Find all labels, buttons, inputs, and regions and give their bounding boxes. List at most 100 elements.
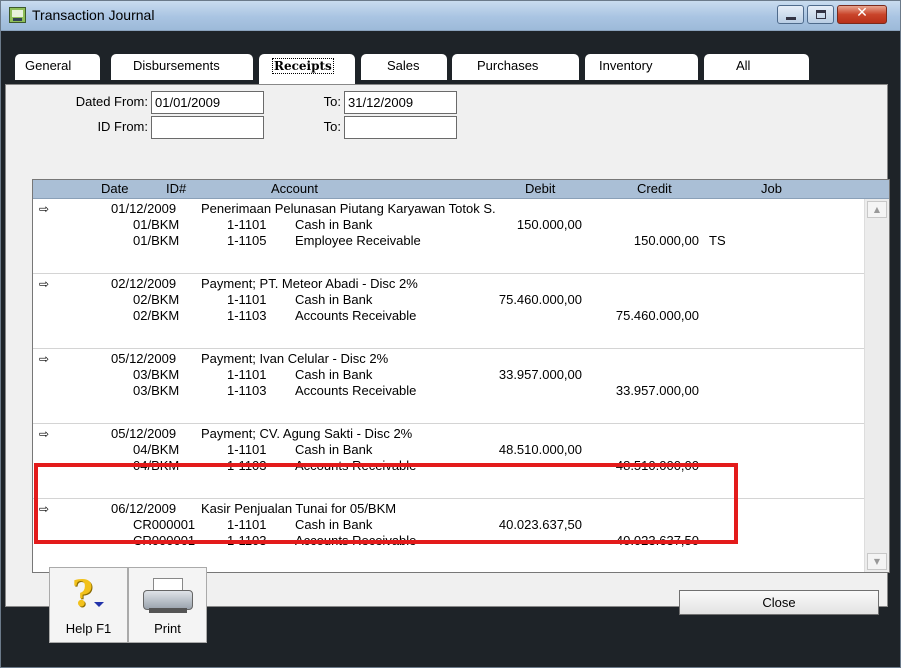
scroll-down-button[interactable]: ▼ <box>867 553 887 570</box>
entry-memo: Payment; Ivan Celular - Disc 2% <box>201 351 389 366</box>
scroll-down-icon: ▼ <box>873 557 881 566</box>
tab-general[interactable]: General <box>15 54 100 80</box>
journal-rows: ⇨ 01/12/2009 Penerimaan Pelunasan Piutang … <box>33 199 864 572</box>
line-id: 04/BKM <box>133 442 180 457</box>
line-credit: 75.460.000,00 <box>615 308 699 323</box>
line-credit: 48.510.000,00 <box>615 458 699 473</box>
zoom-arrow-icon[interactable]: ⇨ <box>39 352 49 366</box>
scroll-up-button[interactable]: ▲ <box>867 201 887 218</box>
zoom-arrow-icon[interactable]: ⇨ <box>39 427 49 441</box>
id-from-input[interactable] <box>151 116 264 139</box>
line-id: CR000001 <box>133 517 196 532</box>
help-dropdown-arrow-icon <box>94 602 104 607</box>
line-account-name: Cash in Bank <box>295 367 373 382</box>
line-account-number: 1-1103 <box>227 383 267 398</box>
col-header-account[interactable]: Account <box>271 181 318 196</box>
id-to-input[interactable] <box>344 116 457 139</box>
line-account-name: Cash in Bank <box>295 292 373 307</box>
line-id: 01/BKM <box>133 217 180 232</box>
journal-entry[interactable]: ⇨ 01/12/2009 Penerimaan Pelunasan Piutang … <box>33 199 864 274</box>
maximize-button[interactable] <box>807 5 834 24</box>
tab-all[interactable]: All <box>704 54 809 80</box>
line-account-number: 1-1101 <box>227 367 267 382</box>
entry-date: 02/12/2009 <box>111 276 177 291</box>
line-account-number: 1-1105 <box>227 233 267 248</box>
client-area: General Disbursements Receipts Sales Pur… <box>5 32 896 664</box>
journal-entry[interactable]: ⇨ 02/12/2009 Payment; PT. Meteor Abadi - D… <box>33 274 864 349</box>
help-button[interactable]: ? Help F1 <box>49 567 128 643</box>
line-id: 01/BKM <box>133 233 180 248</box>
journal-entry[interactable]: ⇨ 05/12/2009 Payment; Ivan Celular - Disc … <box>33 349 864 424</box>
entry-memo: Kasir Penjualan Tunai for 05/BKM <box>201 501 397 516</box>
line-debit: 75.460.000,00 <box>498 292 582 307</box>
journal-entry[interactable]: ⇨ 05/12/2009 Payment; CV. Agung Sakti - Di… <box>33 424 864 499</box>
close-button[interactable]: Close <box>679 590 879 615</box>
line-debit: 40.023.637,50 <box>498 517 582 532</box>
tab-all-label: All <box>736 58 751 73</box>
line-account-name: Cash in Bank <box>295 217 373 232</box>
line-id: 02/BKM <box>133 292 180 307</box>
entry-date: 01/12/2009 <box>111 201 177 216</box>
line-id: CR000001 <box>133 533 196 548</box>
maximize-icon <box>816 10 826 19</box>
tab-inventory[interactable]: Inventory <box>585 54 698 80</box>
line-account-name: Cash in Bank <box>295 517 373 532</box>
tab-sales[interactable]: Sales <box>361 54 447 80</box>
zoom-arrow-icon[interactable]: ⇨ <box>39 202 49 216</box>
dated-from-label: Dated From: <box>75 94 148 109</box>
entry-memo: Penerimaan Pelunasan Piutang Karyawan To… <box>201 201 496 216</box>
line-account-number: 1-1101 <box>227 442 267 457</box>
tab-sales-label: Sales <box>387 58 420 73</box>
line-debit: 33.957.000,00 <box>498 367 582 382</box>
line-id: 02/BKM <box>133 308 180 323</box>
col-header-job[interactable]: Job <box>761 181 782 196</box>
line-credit: 40.023.637,50 <box>615 533 699 548</box>
line-account-name: Accounts Receivable <box>295 308 417 323</box>
dated-from-input[interactable]: 01/01/2009 <box>151 91 264 114</box>
tab-purchases[interactable]: Purchases <box>452 54 579 80</box>
dated-to-input[interactable]: 31/12/2009 <box>344 91 457 114</box>
line-account-number: 1-1103 <box>227 458 267 473</box>
line-id: 04/BKM <box>133 458 180 473</box>
print-button[interactable]: Print <box>128 567 207 643</box>
tab-receipts[interactable]: Receipts <box>259 54 355 84</box>
tab-disbursements[interactable]: Disbursements <box>111 54 253 80</box>
col-header-id[interactable]: ID# <box>166 181 186 196</box>
minimize-button[interactable] <box>777 5 804 24</box>
help-icon: ? <box>72 573 94 615</box>
close-window-button[interactable]: ✕ <box>837 5 887 24</box>
entry-memo: Payment; CV. Agung Sakti - Disc 2% <box>201 426 413 441</box>
line-job: TS <box>709 233 726 248</box>
tab-inventory-label: Inventory <box>599 58 653 73</box>
title-bar[interactable]: Transaction Journal ✕ <box>1 1 900 31</box>
line-account-name: Accounts Receivable <box>295 533 417 548</box>
line-credit: 150.000,00 <box>633 233 699 248</box>
line-account-name: Employee Receivable <box>295 233 421 248</box>
tab-disbursements-label: Disbursements <box>133 58 220 73</box>
zoom-arrow-icon[interactable]: ⇨ <box>39 277 49 291</box>
scroll-up-icon: ▲ <box>873 205 881 214</box>
line-account-number: 1-1103 <box>227 308 267 323</box>
line-account-number: 1-1101 <box>227 217 267 232</box>
vertical-scrollbar[interactable]: ▲ ▼ <box>864 199 889 572</box>
line-account-number: 1-1101 <box>227 517 267 532</box>
minimize-icon <box>786 17 796 20</box>
zoom-arrow-icon[interactable]: ⇨ <box>39 502 49 516</box>
window-title: Transaction Journal <box>32 7 155 23</box>
tab-purchases-label: Purchases <box>477 58 539 73</box>
line-credit: 33.957.000,00 <box>615 383 699 398</box>
line-account-name: Accounts Receivable <box>295 383 417 398</box>
col-header-credit[interactable]: Credit <box>637 181 672 196</box>
col-header-date[interactable]: Date <box>101 181 128 196</box>
col-header-debit[interactable]: Debit <box>525 181 555 196</box>
grid-header: Date ID# Account Debit Credit Job <box>33 180 889 199</box>
entry-date: 05/12/2009 <box>111 351 177 366</box>
entry-date: 05/12/2009 <box>111 426 177 441</box>
line-account-name: Cash in Bank <box>295 442 373 457</box>
print-button-label: Print <box>154 621 181 636</box>
entry-date: 06/12/2009 <box>111 501 177 516</box>
line-account-number: 1-1101 <box>227 292 267 307</box>
help-button-label: Help F1 <box>65 621 112 636</box>
line-account-name: Accounts Receivable <box>295 458 417 473</box>
journal-entry[interactable]: ⇨ 06/12/2009 Kasir Penjualan Tunai for 05/… <box>33 499 864 572</box>
